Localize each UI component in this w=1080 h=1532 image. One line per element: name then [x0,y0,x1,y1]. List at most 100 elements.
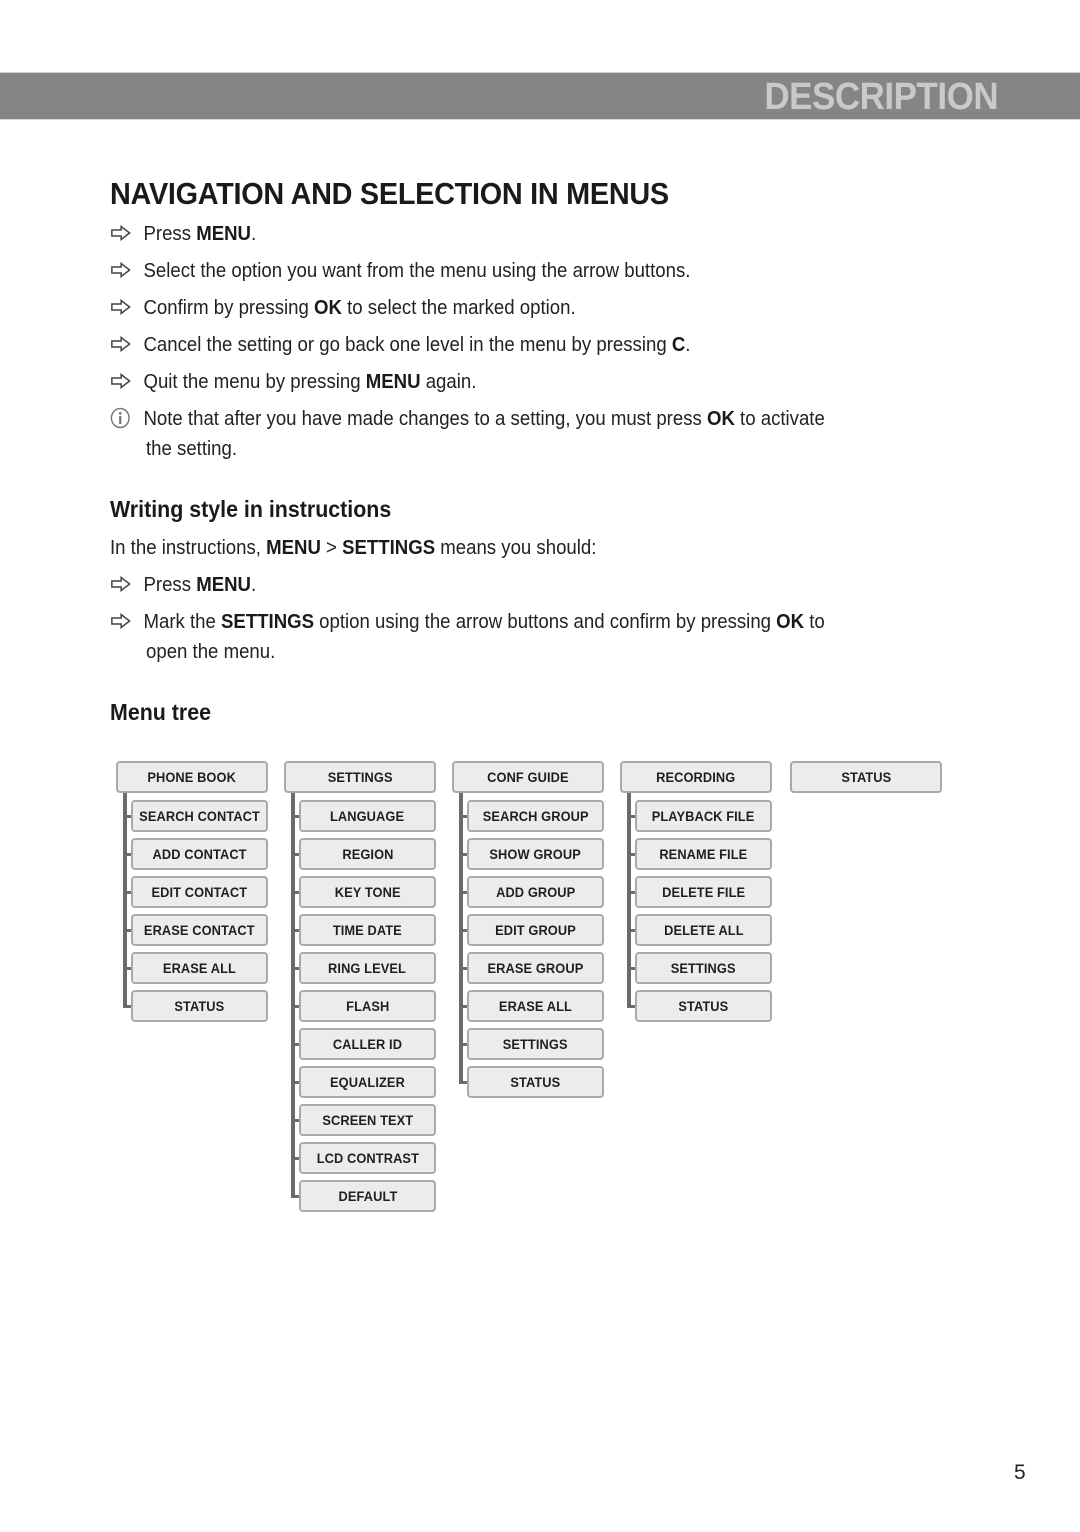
text-run: . [685,334,691,356]
section-header-title: DESCRIPTION [764,76,998,118]
menu-item-label: ADD CONTACT [152,846,247,862]
menu-child-item: DELETE FILE [635,876,772,908]
bold-term: MENU [266,537,321,559]
text-run: to activate [734,408,825,430]
menu-child-item: ERASE ALL [467,990,604,1022]
tree-connector-line [123,793,127,1008]
writing-style-step: Press MENU. [110,570,256,600]
menu-item-label: RING LEVEL [328,960,407,976]
menu-item-label: CONF GUIDE [487,769,569,785]
menu-child-item: DEFAULT [299,1180,436,1212]
menu-item-label: STATUS [841,769,891,785]
bold-term: SETTINGS [221,611,315,633]
writing-style-step: Mark the SETTINGS option using the arrow… [110,607,825,637]
menu-item-label: TIME DATE [332,922,403,938]
menu-child-item: SETTINGS [635,952,772,984]
menu-root-item: PHONE BOOK [116,761,268,793]
bullet-glyph [110,404,143,434]
menu-item-label: SETTINGS [503,1036,568,1052]
text-run: Press [143,574,197,596]
menu-child-item: LANGUAGE [299,800,436,832]
menu-item-label: DELETE ALL [663,922,744,938]
arrow-right-icon [110,331,132,353]
text-run: Press [143,223,197,245]
text-run: to [804,611,825,633]
note-continuation: the setting. [146,438,237,460]
text-run: In the instructions, [110,537,267,559]
writing-style-continuation: open the menu. [146,641,276,663]
menu-child-item: LCD CONTRAST [299,1142,436,1174]
menu-root-item: RECORDING [620,761,772,793]
menu-item-label: REGION [341,846,394,862]
arrow-right-icon [110,220,132,242]
menu-item-label: STATUS [510,1074,561,1090]
menu-child-item: STATUS [131,990,268,1022]
text-run: . [250,223,257,245]
navigation-step: Select the option you want from the menu… [110,256,690,286]
info-icon [110,407,130,429]
bold-term: MENU [196,223,251,245]
menu-item-label: ERASE ALL [162,960,237,976]
menu-item-label: ERASE CONTACT [144,922,255,938]
note-line: Note that after you have made changes to… [110,404,825,434]
menu-child-item: SCREEN TEXT [299,1104,436,1136]
text-run: > [320,537,343,559]
menu-child-item: ERASE CONTACT [131,914,268,946]
menu-child-item: RENAME FILE [635,838,772,870]
bold-term: MENU [365,371,421,393]
menu-item-label: LANGUAGE [330,808,405,824]
bullet-glyph [110,570,143,600]
bold-term: OK [776,611,805,633]
menu-item-label: FLASH [345,998,390,1014]
menu-item-label: DEFAULT [338,1188,397,1204]
menu-item-label: LCD CONTRAST [316,1150,419,1166]
menu-item-label: KEY TONE [334,884,401,900]
menu-item-label: SETTINGS [327,769,393,785]
text-run: Cancel the setting or go back one level … [143,334,672,356]
menu-child-item: PLAYBACK FILE [635,800,772,832]
menu-item-label: EDIT CONTACT [151,884,248,900]
menu-child-item: ERASE ALL [131,952,268,984]
menu-item-label: PLAYBACK FILE [652,808,755,824]
writing-style-intro: In the instructions, MENU > SETTINGS mea… [110,533,596,563]
navigation-step: Quit the menu by pressing MENU again. [110,367,476,397]
menu-item-label: STATUS [174,998,225,1014]
menu-child-item: ADD GROUP [467,876,604,908]
menu-item-label: EDIT GROUP [495,922,576,938]
menu-item-label: ERASE ALL [498,998,573,1014]
arrow-right-icon [110,608,132,630]
section-header-bar: DESCRIPTION [0,72,1080,120]
menu-item-label: SEARCH GROUP [482,808,589,824]
writing-style-title: Writing style in instructions [110,496,392,522]
bold-term: MENU [196,574,251,596]
text-run: Mark the [143,611,222,633]
bold-term: OK [314,297,342,319]
menu-item-label: SCREEN TEXT [322,1112,413,1128]
menu-child-item: SEARCH GROUP [467,800,604,832]
menu-item-label: STATUS [678,998,729,1014]
text-run: to select the marked option. [341,297,576,319]
menu-child-item: DELETE ALL [635,914,772,946]
menu-child-item: SETTINGS [467,1028,604,1060]
menu-child-item: SHOW GROUP [467,838,604,870]
menu-root-item: SETTINGS [284,761,436,793]
bold-term: SETTINGS [342,537,436,559]
menu-item-label: SETTINGS [671,960,736,976]
arrow-right-icon [110,368,132,390]
menu-child-item: CALLER ID [299,1028,436,1060]
navigation-step: Confirm by pressing OK to select the mar… [110,293,576,323]
menu-child-item: ERASE GROUP [467,952,604,984]
bullet-glyph [110,367,143,397]
menu-item-label: ADD GROUP [495,884,576,900]
menu-child-item: EDIT GROUP [467,914,604,946]
menu-item-label: PHONE BOOK [147,769,237,785]
navigation-step: Press MENU. [110,219,256,249]
menu-item-label: SHOW GROUP [489,846,582,862]
bullet-glyph [110,330,143,360]
menu-item-label: DELETE FILE [661,884,745,900]
menu-child-item: FLASH [299,990,436,1022]
menu-child-item: RING LEVEL [299,952,436,984]
tree-connector-line [459,793,463,1084]
menu-item-label: SEARCH CONTACT [139,808,260,824]
menu-tree-title: Menu tree [110,699,212,725]
